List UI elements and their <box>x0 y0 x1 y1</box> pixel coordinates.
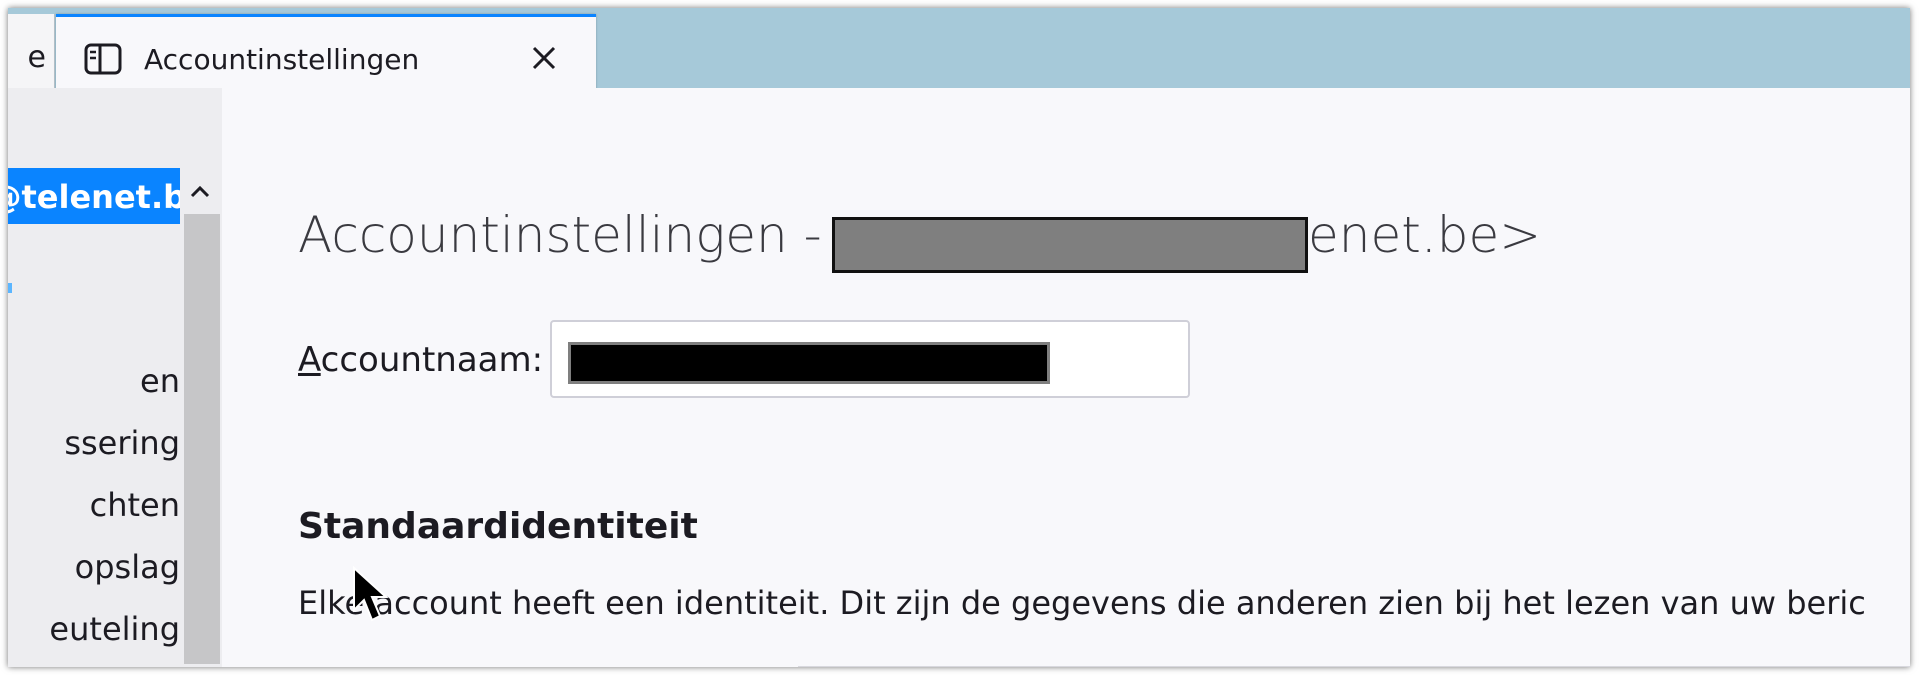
chevron-up-icon[interactable] <box>180 168 220 214</box>
tab-account-settings[interactable]: Accountinstellingen <box>56 14 596 90</box>
sidebar-item-account[interactable]: @telenet.b <box>8 168 180 224</box>
section-title-default-identity: Standaardidentiteit <box>298 506 698 547</box>
page-title-suffix: enet.be> <box>1308 206 1542 264</box>
tab-previous[interactable]: e <box>8 14 55 88</box>
sidebar-item[interactable]: en <box>8 354 180 410</box>
tab-title: Accountinstellingen <box>144 43 420 76</box>
mouse-pointer-icon <box>353 566 389 622</box>
sidebar-item-label: opslag <box>74 548 180 586</box>
sidebar-item[interactable]: chten <box>8 478 180 534</box>
account-name-field[interactable] <box>550 320 1190 398</box>
account-name-label: Accountnaam: <box>298 340 543 380</box>
sidebar-item-account-label: @telenet.b <box>8 178 180 216</box>
sidebar-item[interactable]: ssering <box>8 416 180 472</box>
sidebar-item[interactable]: euteling <box>8 602 180 658</box>
sidebar-item-label: euteling <box>49 610 180 648</box>
main-content: Accountinstellingen - < enet.be> Account… <box>222 88 1910 667</box>
access-key-letter: A <box>298 340 321 380</box>
redacted-account-name <box>568 342 1050 384</box>
section-description: Elke account heeft een identiteit. Dit z… <box>298 584 1866 622</box>
tab-bar: e Accountinstellingen <box>8 8 1910 90</box>
sidebar-item-label: en <box>140 362 180 400</box>
sidebar-item-label: ssering <box>64 424 180 462</box>
sidebar-scrollbar[interactable] <box>180 168 220 667</box>
page-title: Accountinstellingen - < <box>298 206 880 264</box>
sidebar-item-label: chten <box>89 486 180 524</box>
close-icon[interactable] <box>529 43 559 73</box>
account-name-label-text: ccountnaam: <box>320 340 544 380</box>
scrollbar-thumb[interactable] <box>184 214 220 664</box>
account-tree-sidebar: @telenet.b en ssering chten opslag eutel… <box>8 88 222 667</box>
redacted-email <box>832 217 1308 273</box>
sidebar-layout-icon <box>84 43 122 75</box>
tree-marker <box>8 283 12 293</box>
window: e Accountinstellingen @telenet.b en sser… <box>8 8 1910 667</box>
divider <box>798 666 1910 667</box>
tab-previous-label: e <box>27 40 46 75</box>
sidebar-item[interactable]: opslag <box>8 540 180 596</box>
